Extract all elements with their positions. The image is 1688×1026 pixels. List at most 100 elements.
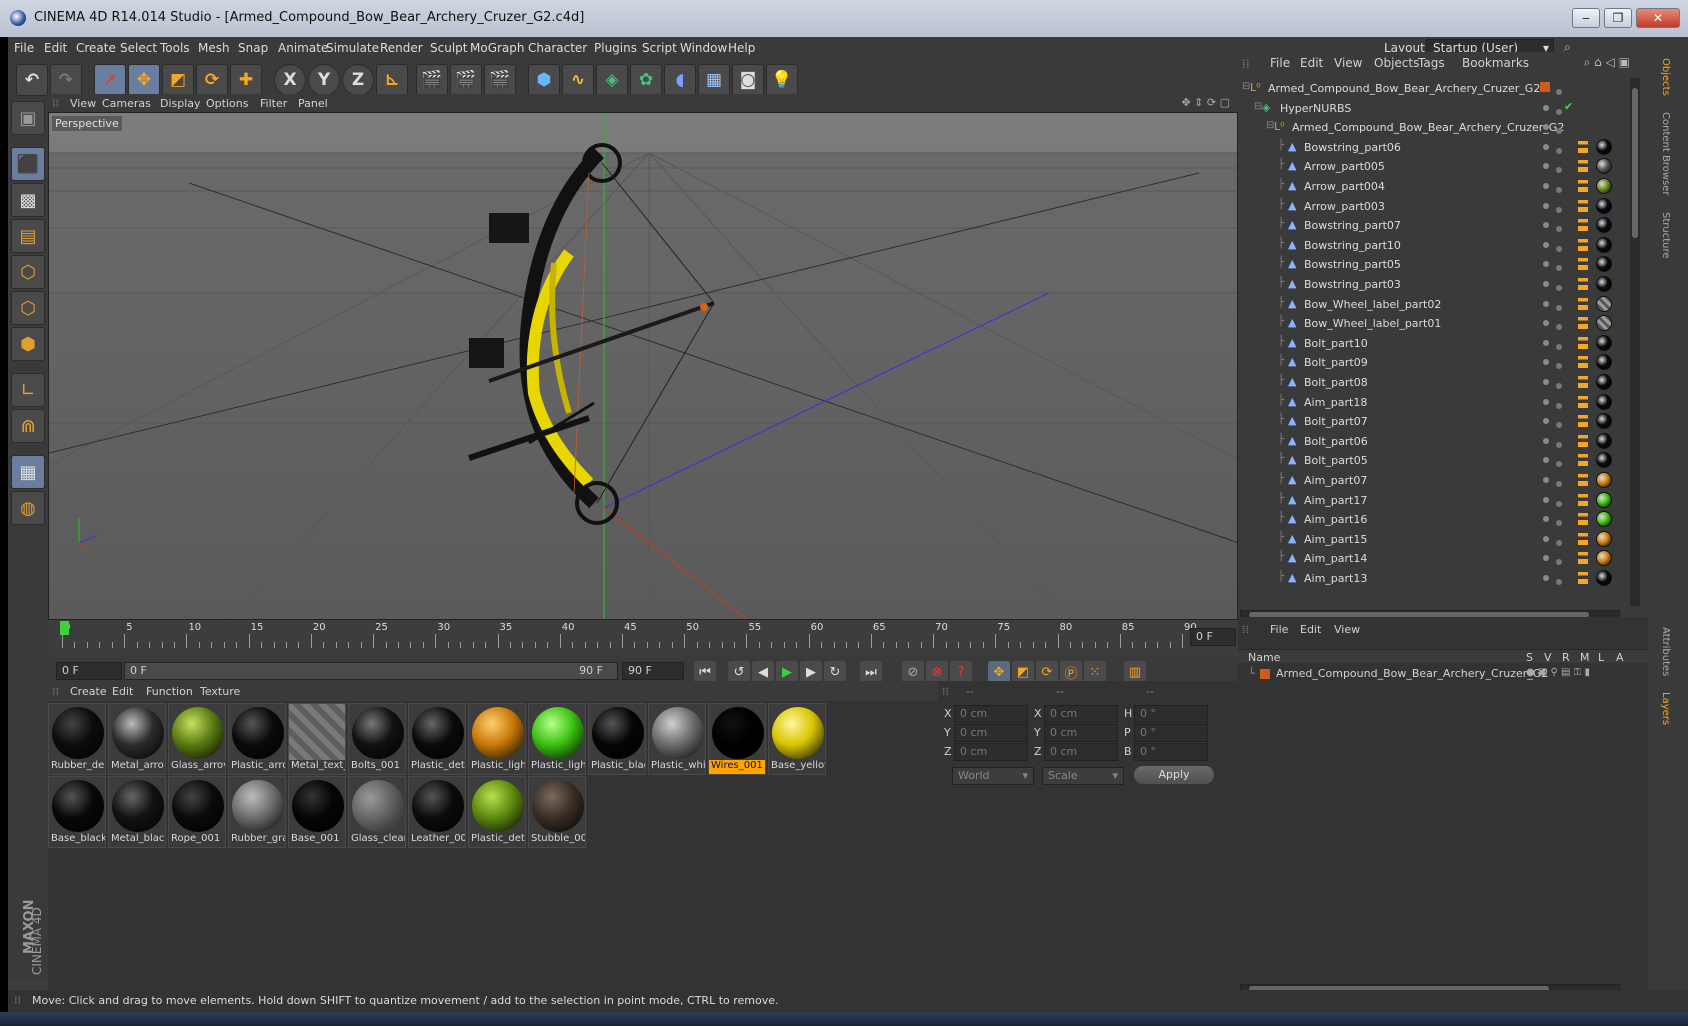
visibility-dot-render[interactable] <box>1556 285 1562 291</box>
key-scale-button[interactable]: ◩ <box>1012 661 1034 683</box>
objects-menu-bookmarks[interactable]: Bookmarks <box>1462 56 1529 70</box>
viewport-menu-filter[interactable]: Filter <box>260 97 287 110</box>
add-deformer-button[interactable]: ◖ <box>664 64 696 96</box>
visibility-dot-editor[interactable] <box>1543 477 1549 483</box>
object-row[interactable]: ⊟ ◈ HyperNURBS ✔ <box>1238 98 1638 118</box>
key-position-button[interactable]: ✥ <box>988 661 1010 683</box>
visibility-dot-editor[interactable] <box>1543 183 1549 189</box>
material-swatch[interactable]: Wires_001 <box>708 703 766 775</box>
goto-start-button[interactable]: ⏮ <box>694 661 716 683</box>
phong-tag-icon[interactable] <box>1578 258 1588 271</box>
viewport-nav-icons[interactable]: ✥ ⇕ ⟳ ▢ <box>1181 96 1230 109</box>
key-parameter-button[interactable]: Ⓟ <box>1060 661 1082 683</box>
texture-mode-button[interactable]: ▩ <box>11 183 45 217</box>
next-key-button[interactable]: ↻ <box>824 661 846 683</box>
visibility-dot-render[interactable] <box>1556 461 1562 468</box>
snap-button[interactable]: ▦ <box>11 455 45 489</box>
material-tag-ball[interactable] <box>1596 354 1612 371</box>
material-swatch[interactable]: Rubber_de <box>48 703 106 775</box>
points-mode-button[interactable]: ⬡ <box>11 255 45 289</box>
material-tag-ball[interactable] <box>1596 393 1612 410</box>
visibility-dot-editor[interactable] <box>1543 359 1549 366</box>
material-swatch[interactable]: Base_black <box>48 776 106 848</box>
object-row[interactable]: ├ ▲ Bowstring_part06 <box>1238 137 1638 157</box>
axis-mode-button[interactable]: ∟ <box>11 373 45 407</box>
material-tag-ball[interactable] <box>1596 295 1612 312</box>
visibility-dot-render[interactable] <box>1556 402 1562 409</box>
scale-dropdown[interactable]: Scale ▾ <box>1042 767 1124 785</box>
prev-frame-button[interactable]: ◀ <box>752 661 774 683</box>
object-scrollbar-vertical[interactable] <box>1630 78 1640 606</box>
phong-tag-icon[interactable] <box>1578 297 1588 310</box>
coordinate-system-button[interactable]: ⊾ <box>376 64 408 96</box>
phong-tag-icon[interactable] <box>1578 532 1588 545</box>
layers-menu-view[interactable]: View <box>1334 623 1360 636</box>
material-menu-edit[interactable]: Edit <box>112 685 133 698</box>
material-tag-ball[interactable] <box>1596 138 1612 155</box>
undo-button[interactable]: ↶ <box>16 64 48 96</box>
material-swatch[interactable]: Plastic_ligh <box>468 703 526 775</box>
object-row[interactable]: ├ ▲ Bow_Wheel_label_part02 <box>1238 294 1638 314</box>
coord-rotation-field[interactable]: 0 ° <box>1134 743 1208 761</box>
material-tag-ball[interactable] <box>1596 178 1612 194</box>
menu-script[interactable]: Script <box>642 41 677 55</box>
visibility-dot-render[interactable] <box>1556 500 1562 507</box>
visibility-dot-editor[interactable] <box>1543 496 1549 503</box>
prev-key-button[interactable]: ↺ <box>728 661 750 683</box>
material-swatch[interactable]: Plastic_deta <box>468 776 526 848</box>
polygons-mode-button[interactable]: ⬢ <box>11 327 45 361</box>
visibility-dot-editor[interactable] <box>1543 104 1549 111</box>
menu-select[interactable]: Select <box>120 41 157 55</box>
object-row[interactable]: ⊟ L⁰ Armed_Compound_Bow_Bear_Archery_Cruze… <box>1238 117 1638 137</box>
autokey-button[interactable]: ⊗ <box>926 661 948 683</box>
material-swatch[interactable]: Bolts_001 <box>348 703 406 775</box>
object-row[interactable]: ├ ▲ Bolt_part10 <box>1238 333 1638 353</box>
material-swatch[interactable]: Leather_00 <box>408 776 466 848</box>
material-tag-ball[interactable] <box>1596 374 1612 390</box>
render-settings-button[interactable]: 🎬 <box>484 64 516 96</box>
layers-menu-edit[interactable]: Edit <box>1300 623 1321 636</box>
visibility-dot-render[interactable] <box>1556 304 1562 311</box>
objects-menu-edit[interactable]: Edit <box>1300 56 1323 70</box>
key-pla-button[interactable]: ⁙ <box>1084 661 1106 683</box>
phong-tag-icon[interactable] <box>1578 513 1588 526</box>
menu-mesh[interactable]: Mesh <box>198 41 230 55</box>
layer-color-tag[interactable] <box>1540 82 1550 92</box>
visibility-dot-editor[interactable] <box>1543 320 1549 327</box>
tab-layers[interactable]: Layers <box>1660 692 1671 725</box>
visibility-dot-editor[interactable] <box>1543 516 1549 523</box>
current-frame-field[interactable]: 0 F <box>1190 628 1236 646</box>
material-tag-ball[interactable] <box>1596 236 1612 253</box>
object-row[interactable]: ├ ▲ Aim_part17 <box>1238 490 1638 510</box>
material-swatch[interactable]: Base_001 <box>288 776 346 848</box>
phong-tag-icon[interactable] <box>1578 415 1588 428</box>
visibility-dot-render[interactable] <box>1556 422 1562 429</box>
visibility-dot-render[interactable] <box>1556 579 1562 585</box>
visibility-dot-editor[interactable] <box>1543 143 1549 150</box>
visibility-dot-editor[interactable] <box>1543 339 1549 346</box>
frame-range-slider[interactable]: 0 F 90 F <box>124 662 618 680</box>
z-axis-lock-button[interactable]: Z <box>342 64 374 96</box>
phong-tag-icon[interactable] <box>1578 278 1588 290</box>
live-selection-button[interactable]: ➚ <box>94 64 126 96</box>
material-swatch[interactable]: Plastic_deta <box>408 703 466 775</box>
layer-column-a[interactable]: A <box>1616 651 1624 664</box>
visibility-dot-render[interactable] <box>1556 187 1562 193</box>
menu-render[interactable]: Render <box>380 41 423 55</box>
edges-mode-button[interactable]: ⬡ <box>11 291 45 325</box>
y-axis-lock-button[interactable]: Y <box>308 64 340 96</box>
viewport-menu-panel[interactable]: Panel <box>298 97 328 110</box>
add-nurbs-button[interactable]: ◈ <box>596 64 628 96</box>
object-row[interactable]: ├ ▲ Bolt_part06 <box>1238 431 1638 451</box>
x-axis-lock-button[interactable]: X <box>274 64 306 96</box>
key-rotation-button[interactable]: ⟳ <box>1036 661 1058 683</box>
menu-character[interactable]: Character <box>528 41 587 55</box>
material-menu-texture[interactable]: Texture <box>200 685 240 698</box>
layer-column-s[interactable]: S <box>1526 651 1533 664</box>
object-row[interactable]: ├ ▲ Bow_Wheel_label_part01 <box>1238 313 1638 333</box>
phong-tag-icon[interactable] <box>1578 180 1588 192</box>
coord-position-field[interactable]: 0 cm <box>954 724 1028 742</box>
visibility-dot-editor[interactable] <box>1543 418 1549 425</box>
layer-color-swatch[interactable] <box>1260 669 1270 679</box>
tab-attributes[interactable]: Attributes <box>1660 627 1671 676</box>
